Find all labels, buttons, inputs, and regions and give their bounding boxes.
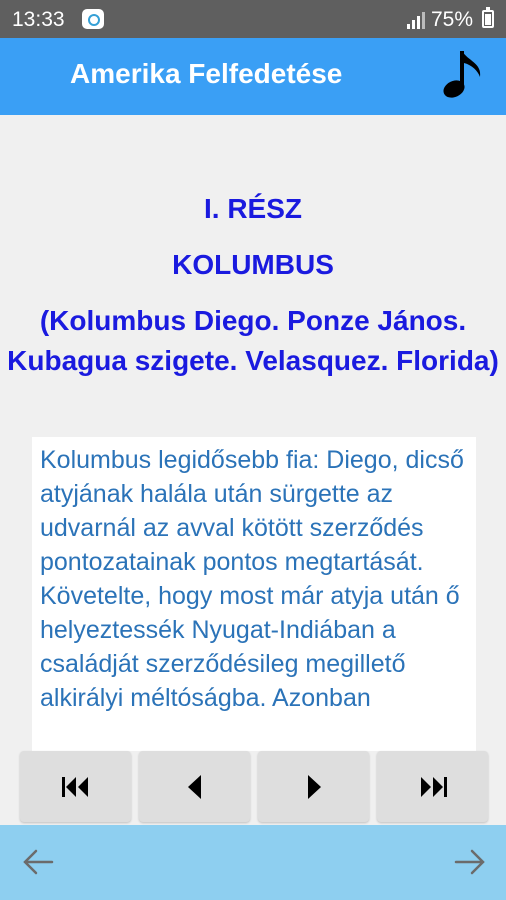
player-controls [20, 751, 488, 822]
status-time: 13:33 [12, 8, 65, 31]
app-bar: Amerika Felfedetése [0, 38, 506, 115]
skip-to-end-button[interactable] [377, 751, 488, 822]
play-icon [307, 774, 321, 799]
skip-to-start-button[interactable] [20, 751, 131, 822]
arrow-right-icon[interactable] [454, 848, 486, 876]
part-heading: I. RÉSZ [203, 193, 302, 224]
chapter-heading: KOLUMBUS [172, 249, 334, 280]
skip-end-icon [420, 776, 447, 797]
status-bar: 13:33 75% [0, 0, 506, 38]
music-note-icon[interactable] [438, 47, 488, 105]
play-reverse-icon [187, 774, 201, 799]
page-title: Amerika Felfedetése [70, 58, 343, 89]
play-button[interactable] [258, 751, 369, 822]
arrow-left-icon[interactable] [22, 848, 54, 876]
battery-percent: 75% [431, 8, 474, 31]
skip-start-icon [61, 776, 88, 797]
story-text-box[interactable]: Kolumbus legidősebb fia: Diego, dicső at… [32, 437, 476, 751]
story-text: Kolumbus legidősebb fia: Diego, dicső at… [40, 446, 464, 712]
content-area: I. RÉSZ KOLUMBUS (Kolumbus Diego. Ponze … [0, 115, 506, 751]
screenshot-icon [82, 9, 104, 29]
bottom-navigation [0, 825, 506, 900]
chapter-subtitle: (Kolumbus Diego. Ponze János. Kubagua sz… [7, 305, 499, 376]
previous-button[interactable] [139, 751, 250, 822]
signal-icon [407, 12, 425, 29]
battery-icon [482, 7, 494, 28]
